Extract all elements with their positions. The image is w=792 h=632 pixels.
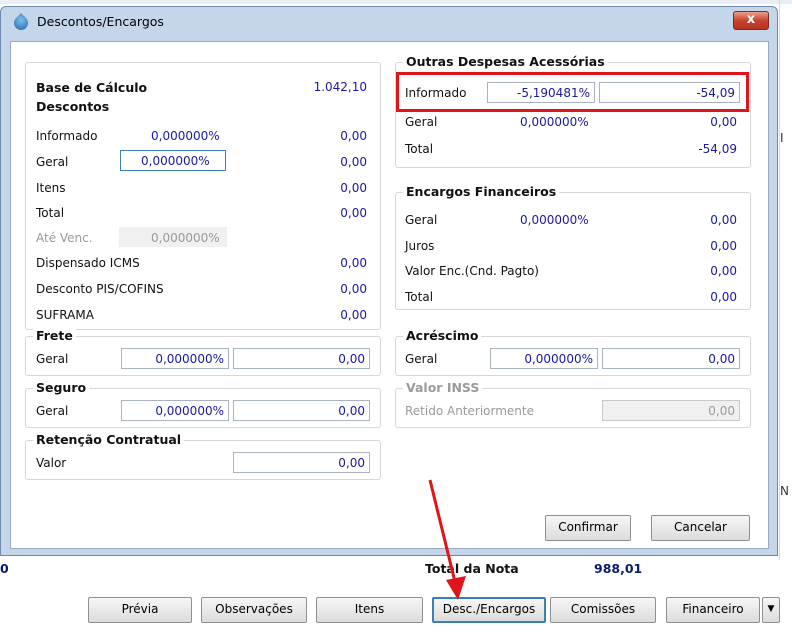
descontos-informado-pct: 0,000000%	[151, 129, 220, 143]
frete-title: Frete	[33, 328, 76, 343]
app-drop-icon	[11, 13, 31, 33]
encargos-geral-pct: 0,000000%	[520, 213, 589, 227]
descontos-itens-label: Itens	[36, 181, 66, 195]
outras-despesas-title: Outras Despesas Acessórias	[403, 54, 608, 69]
outras-geral-label: Geral	[405, 115, 438, 129]
seguro-geral-label: Geral	[36, 404, 69, 418]
encargos-geral-label: Geral	[405, 213, 438, 227]
descontos-geral-value: 0,00	[340, 155, 367, 169]
descontos-itens-value: 0,00	[340, 181, 367, 195]
valor-enc-label: Valor Enc.(Cnd. Pagto)	[405, 264, 539, 278]
cancelar-button[interactable]: Cancelar	[651, 515, 750, 541]
retencao-valor-label: Valor	[36, 456, 67, 470]
retencao-title: Retenção Contratual	[33, 432, 185, 447]
retencao-value-input[interactable]: 0,00	[233, 452, 370, 473]
outras-geral-pct: 0,000000%	[520, 115, 589, 129]
total-nota-value: 988,01	[594, 561, 643, 576]
red-arrow-annotation	[428, 479, 466, 600]
valor-enc-value: 0,00	[710, 264, 737, 278]
seguro-value-input[interactable]: 0,00	[233, 400, 370, 421]
outras-total-label: Total	[405, 142, 434, 156]
encargos-total-value: 0,00	[710, 290, 737, 304]
suframa-value: 0,00	[340, 308, 367, 322]
descontos-ate-venc-pct: 0,000000%	[151, 231, 220, 245]
outras-geral-value: 0,00	[710, 115, 737, 129]
more-dropdown-button[interactable]: ▼	[762, 597, 780, 623]
base-calculo-value: 1.042,10	[313, 80, 367, 94]
acrescimo-value-input[interactable]: 0,00	[602, 348, 740, 369]
dispensado-icms-label: Dispensado ICMS	[36, 256, 140, 270]
seguro-pct-input[interactable]: 0,000000%	[121, 400, 229, 421]
outras-informado-pct-input[interactable]: -5,190481%	[487, 82, 595, 103]
descontos-title: Descontos	[33, 99, 113, 114]
descontos-geral-label: Geral	[36, 155, 69, 169]
encargos-total-label: Total	[405, 290, 434, 304]
retido-anteriormente-label: Retido Anteriormente	[405, 404, 534, 418]
footer-left-value: 0	[0, 561, 9, 576]
acrescimo-pct-input[interactable]: 0,000000%	[490, 348, 598, 369]
frete-geral-label: Geral	[36, 352, 69, 366]
outras-informado-label: Informado	[405, 86, 467, 100]
frete-pct-input[interactable]: 0,000000%	[121, 348, 229, 369]
suframa-label: SUFRAMA	[36, 308, 94, 322]
title-bar[interactable]: Descontos/Encargos x	[1, 7, 777, 35]
encargos-title: Encargos Financeiros	[403, 184, 560, 199]
valor-inss-title: Valor INSS	[403, 380, 483, 395]
outras-informado-value-input[interactable]: -54,09	[599, 82, 740, 103]
dispensado-icms-value: 0,00	[340, 256, 367, 270]
confirmar-button[interactable]: Confirmar	[545, 515, 631, 541]
comissoes-button[interactable]: Comissões	[550, 597, 656, 623]
base-calculo-label: Base de Cálculo	[36, 80, 148, 95]
acrescimo-title: Acréscimo	[403, 328, 482, 343]
acrescimo-geral-label: Geral	[405, 352, 438, 366]
background-edge-text: N	[780, 484, 789, 498]
background-edge-text: I	[780, 131, 784, 145]
background-divider	[779, 0, 780, 560]
close-button[interactable]: x	[733, 11, 769, 30]
encargos-geral-value: 0,00	[710, 213, 737, 227]
window-title: Descontos/Encargos	[37, 14, 164, 29]
descontos-total-label: Total	[36, 206, 65, 220]
caret-down-icon: ▼	[767, 604, 775, 614]
observacoes-button[interactable]: Observações	[201, 597, 307, 623]
itens-button[interactable]: Itens	[316, 597, 423, 623]
juros-label: Juros	[405, 239, 435, 253]
descontos-geral-pct-input[interactable]: 0,000000%	[120, 150, 226, 171]
descontos-total-value: 0,00	[340, 206, 367, 220]
previa-button[interactable]: Prévia	[88, 597, 192, 623]
desconto-pis-cofins-value: 0,00	[340, 282, 367, 296]
descontos-ate-venc-label: Até Venc.	[36, 231, 93, 245]
background-topline	[0, 0, 792, 4]
descontos-informado-label: Informado	[36, 129, 98, 143]
seguro-title: Seguro	[33, 380, 90, 395]
financeiro-button[interactable]: Financeiro	[666, 597, 760, 623]
dialog-body: Base de Cálculo 1.042,10 Descontos Infor…	[10, 41, 769, 549]
frete-value-input[interactable]: 0,00	[233, 348, 370, 369]
descontos-informado-value: 0,00	[340, 129, 367, 143]
juros-value: 0,00	[710, 239, 737, 253]
desconto-pis-cofins-label: Desconto PIS/COFINS	[36, 282, 164, 296]
outras-total-value: -54,09	[698, 142, 737, 156]
descontos-encargos-dialog: Descontos/Encargos x Base de Cálculo 1.0…	[0, 6, 778, 556]
close-icon: x	[746, 12, 756, 27]
retido-anteriormente-input: 0,00	[602, 400, 740, 421]
